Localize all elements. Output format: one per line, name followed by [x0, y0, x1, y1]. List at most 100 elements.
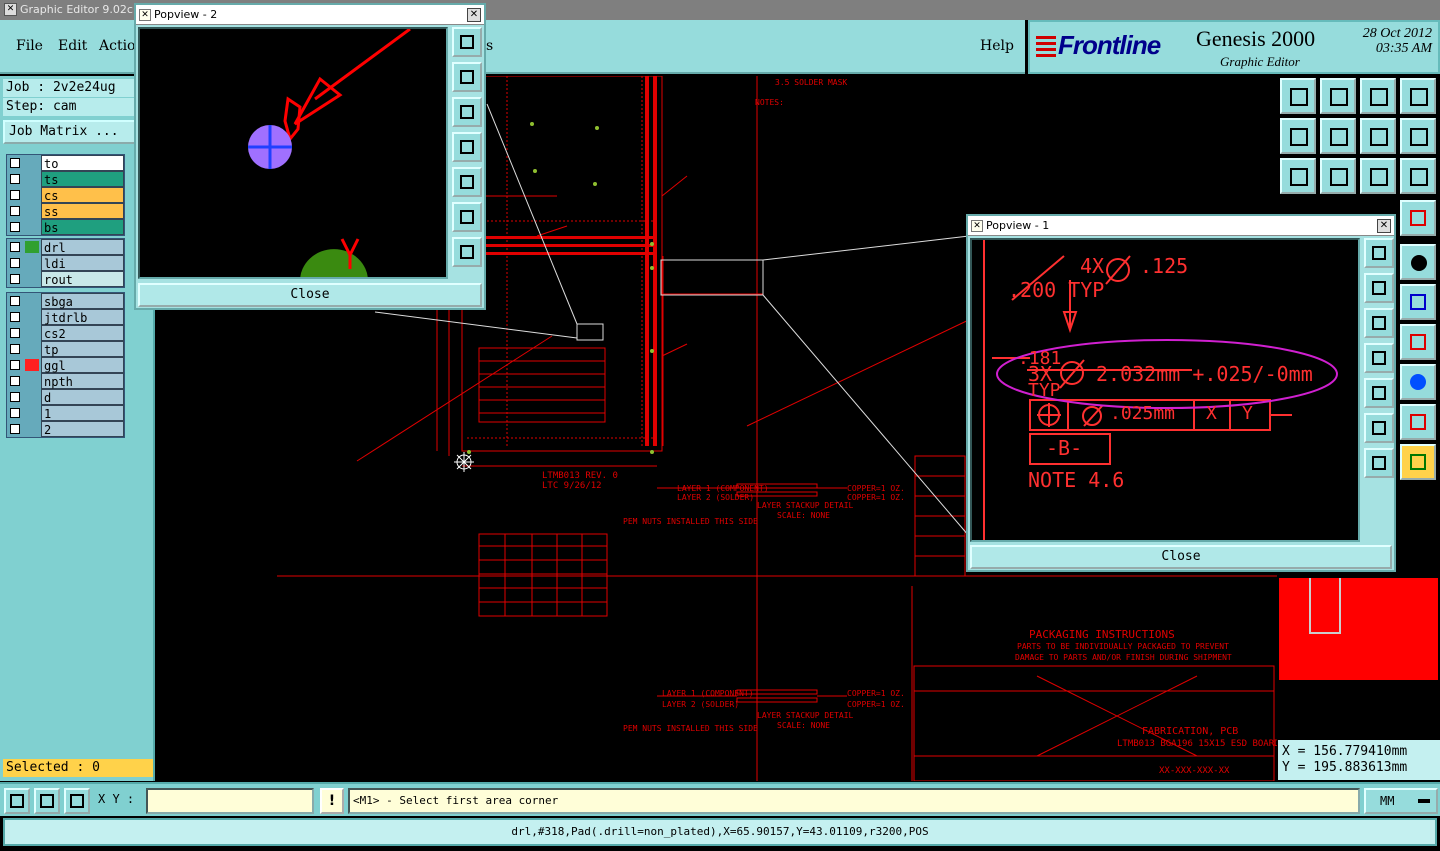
layer-row-ggl[interactable]: ggl — [7, 357, 124, 373]
tool-zoom-center-button[interactable] — [1320, 158, 1356, 194]
popview-1-up-button[interactable] — [1364, 273, 1394, 303]
job-matrix-button[interactable]: Job Matrix ... — [3, 120, 153, 144]
tool-window-button[interactable] — [1400, 78, 1436, 114]
tool-home-button[interactable] — [1360, 78, 1396, 114]
layer-checkbox[interactable] — [10, 296, 20, 306]
tool-select-button[interactable] — [1400, 244, 1436, 280]
layer-checkbox[interactable] — [10, 158, 20, 168]
menu-edit[interactable]: Edit — [58, 38, 87, 54]
grid-icon — [70, 794, 84, 808]
popview-2-up-button[interactable] — [452, 62, 482, 92]
canvas-packaging-title: PACKAGING INSTRUCTIONS — [1029, 628, 1175, 641]
layer-row-ldi[interactable]: ldi — [7, 255, 124, 271]
popview-1-close-icon[interactable]: ✕ — [1377, 219, 1391, 233]
layer-checkbox[interactable] — [10, 360, 20, 370]
popview-1-left-button[interactable] — [1364, 343, 1394, 373]
menu-actions[interactable]: Actio — [99, 38, 135, 54]
menu-options[interactable]: s — [486, 38, 493, 54]
popview-2-zoom-in-button[interactable] — [452, 202, 482, 232]
popview-2-right-button[interactable] — [452, 167, 482, 197]
arrow-right-icon — [460, 175, 474, 189]
tool-shapes-button[interactable] — [1400, 364, 1436, 400]
message-button[interactable]: ! — [320, 788, 344, 814]
popview-2-left-button[interactable] — [452, 132, 482, 162]
tool-zoom-fit-button[interactable] — [1280, 158, 1316, 194]
tool-flip-button[interactable] — [1400, 324, 1436, 360]
layer-checkbox[interactable] — [10, 312, 20, 322]
layer-checkbox[interactable] — [10, 174, 20, 184]
layer-checkbox[interactable] — [10, 392, 20, 402]
layer-row-ss[interactable]: ss — [7, 203, 124, 219]
popview-1-down-button[interactable] — [1364, 308, 1394, 338]
layer-row-jtdrlb[interactable]: jtdrlb — [7, 309, 124, 325]
layer-name: ggl — [41, 357, 124, 373]
zoom-in-icon — [1372, 421, 1386, 435]
tool-move-right-button[interactable] — [1320, 118, 1356, 154]
layer-row-npth[interactable]: npth — [7, 373, 124, 389]
popview-2-title: Popview - 2 — [154, 8, 218, 21]
canvas-pem-2: PEM NUTS INSTALLED THIS SIDE — [623, 724, 758, 733]
layer-checkbox[interactable] — [10, 408, 20, 418]
layer-row-d[interactable]: d — [7, 389, 124, 405]
layer-checkbox[interactable] — [10, 274, 20, 284]
tool-circuit-button[interactable] — [1400, 200, 1436, 236]
layer-row-cs2[interactable]: cs2 — [7, 325, 124, 341]
layer-row-tp[interactable]: tp — [7, 341, 124, 357]
layer-row-to[interactable]: to — [7, 155, 124, 171]
xy-input[interactable] — [146, 788, 314, 814]
canvas-layer2-1: LAYER 2 (SOLDER) — [677, 493, 755, 502]
layer-row-rout[interactable]: rout — [7, 271, 124, 287]
canvas-copper2-2: COPPER=1 OZ. — [847, 700, 905, 709]
popview-1-zoom-out-button[interactable] — [1364, 448, 1394, 478]
popview-2-down-button[interactable] — [452, 97, 482, 127]
popview-1-canvas[interactable]: 4X .125 .200 TYP .181 3X 2.032mm +.025/-… — [970, 238, 1360, 542]
layer-row-bs[interactable]: bs — [7, 219, 124, 235]
layer-checkbox[interactable] — [10, 190, 20, 200]
layer-row-1[interactable]: 1 — [7, 405, 124, 421]
layer-name: 2 — [41, 421, 124, 437]
tool-redraw-button[interactable] — [1400, 118, 1436, 154]
menu-help[interactable]: Help — [980, 38, 1014, 54]
popview-1-close-button[interactable]: Close — [970, 545, 1392, 569]
grid-tool-button[interactable] — [64, 788, 90, 814]
layer-row-sbga[interactable]: sbga — [7, 293, 124, 309]
tool-swap-button[interactable] — [1360, 118, 1396, 154]
layer-checkbox[interactable] — [10, 242, 20, 252]
layer-row-ts[interactable]: ts — [7, 171, 124, 187]
popview-1-restore-button[interactable] — [1364, 238, 1394, 268]
tool-measure-button[interactable] — [1400, 404, 1436, 440]
layer-checkbox[interactable] — [10, 424, 20, 434]
layer-checkbox[interactable] — [10, 376, 20, 386]
layer-checkbox[interactable] — [10, 328, 20, 338]
layer-swatch — [25, 311, 39, 323]
layer-checkbox[interactable] — [10, 206, 20, 216]
units-selector[interactable]: MM — [1364, 788, 1438, 814]
layer-checkbox[interactable] — [10, 258, 20, 268]
tool-help-button[interactable] — [1400, 158, 1436, 194]
layer-row-cs[interactable]: cs — [7, 187, 124, 203]
popview-2-close-button[interactable]: Close — [138, 283, 482, 307]
popview-1-label-note: NOTE 4.6 — [1028, 468, 1125, 492]
layer-checkbox[interactable] — [10, 222, 20, 232]
tool-move-down-button[interactable] — [1320, 78, 1356, 114]
tool-move-up-button[interactable] — [1280, 78, 1316, 114]
popview-2-restore-button[interactable] — [452, 27, 482, 57]
layer-checkbox[interactable] — [10, 344, 20, 354]
popview-2-zoom-out-button[interactable] — [452, 237, 482, 267]
popview-1-right-button[interactable] — [1364, 378, 1394, 408]
layer-row-2[interactable]: 2 — [7, 421, 124, 437]
popview-2-canvas[interactable] — [138, 27, 448, 279]
popview-1-zoom-in-button[interactable] — [1364, 413, 1394, 443]
measure-tool-button[interactable] — [34, 788, 60, 814]
layer-swatch — [25, 375, 39, 387]
popview-1-toolbar — [1364, 238, 1398, 483]
tool-move-left-button[interactable] — [1280, 118, 1316, 154]
layer-row-drl[interactable]: drl — [7, 239, 124, 255]
tool-connect-button[interactable] — [1400, 284, 1436, 320]
tool-scale-button[interactable] — [1360, 158, 1396, 194]
snap-tool-button[interactable] — [4, 788, 30, 814]
tool-route-button[interactable] — [1400, 444, 1436, 480]
menu-file[interactable]: File — [16, 38, 43, 54]
popview-1-label-typ: TYP — [1028, 380, 1061, 401]
popview-2-close-icon[interactable]: ✕ — [467, 8, 481, 22]
